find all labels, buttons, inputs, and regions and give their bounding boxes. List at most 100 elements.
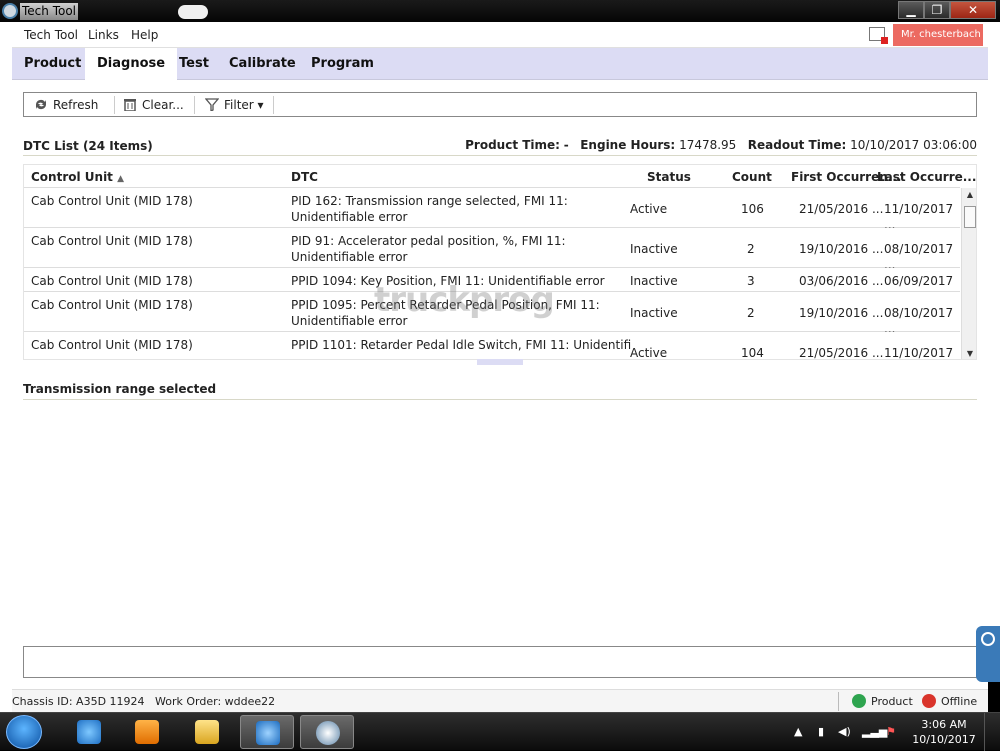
cell-control-unit: Cab Control Unit (MID 178) [31, 274, 193, 288]
side-panel-tab[interactable] [976, 626, 1000, 682]
table-row[interactable]: Cab Control Unit (MID 178) PID 91: Accel… [24, 228, 960, 272]
cell-dtc: PID 162: Transmission range selected, FM… [291, 194, 568, 224]
minimize-button[interactable]: ▁ [898, 1, 924, 19]
detail-title: Transmission range selected [23, 382, 977, 400]
column-header-count[interactable]: Count [732, 170, 772, 184]
cell-status: Active [630, 202, 668, 216]
start-button[interactable] [6, 715, 42, 749]
cell-count: 2 [747, 306, 755, 320]
status-info: Chassis ID: A35D 11924 Work Order: wddee… [12, 695, 275, 708]
scroll-thumb[interactable] [964, 206, 976, 228]
cell-count: 2 [747, 242, 755, 256]
maximize-button[interactable]: ❐ [924, 1, 950, 19]
readout-time-value: 10/10/2017 03:06:00 [850, 138, 977, 152]
status-divider [838, 692, 839, 711]
product-status[interactable]: Product [852, 693, 913, 711]
taskbar-file-explorer[interactable] [180, 715, 234, 749]
window-title: Tech Tool [20, 3, 78, 20]
dtc-list-header: DTC List (24 Items) Product Time: - Engi… [23, 138, 977, 156]
cell-dtc: PPID 1101: Retarder Pedal Idle Switch, F… [291, 338, 631, 352]
clear-label: Clear... [142, 98, 184, 112]
refresh-label: Refresh [53, 98, 99, 112]
table-row[interactable]: Cab Control Unit (MID 178) PID 162: Tran… [24, 188, 960, 232]
column-header-control-unit[interactable]: Control Unit ▲ [31, 170, 124, 184]
close-button[interactable]: ✕ [950, 1, 996, 19]
action-center-icon[interactable]: ⚑ [886, 725, 896, 738]
clock-time: 3:06 AM [921, 718, 967, 731]
readout-time-label: Readout Time: [747, 138, 847, 152]
tab-diagnose[interactable]: Diagnose [85, 48, 178, 80]
toolbar-divider [114, 96, 115, 114]
show-hidden-icons-icon[interactable]: ▲ [794, 725, 802, 738]
table-row[interactable]: Cab Control Unit (MID 178) PPID 1101: Re… [24, 332, 960, 360]
connection-status-label: Offline [941, 695, 978, 708]
clear-button[interactable]: Clear... [123, 96, 184, 114]
network-icon[interactable]: ▂▃▅ [862, 725, 887, 738]
column-header-last-occurrence[interactable]: Last Occurre... [877, 170, 976, 184]
menu-help[interactable]: Help [131, 28, 158, 42]
menu-tech-tool[interactable]: Tech Tool [24, 28, 78, 42]
cell-control-unit: Cab Control Unit (MID 178) [31, 194, 193, 208]
refresh-button[interactable]: Refresh [34, 96, 98, 114]
tab-bar: Product Diagnose Test Calibrate Program [12, 48, 988, 80]
table-vertical-scrollbar[interactable]: ▲ ▼ [961, 188, 976, 359]
user-button[interactable]: Mr. chesterbach [893, 24, 983, 46]
taskbar-media-player[interactable] [120, 715, 174, 749]
connection-status[interactable]: Offline [922, 693, 977, 711]
engine-hours-label: Engine Hours: [580, 138, 676, 152]
taskbar-internet-explorer[interactable] [62, 715, 116, 749]
message-icon[interactable] [869, 27, 888, 44]
scroll-up-icon[interactable]: ▲ [965, 190, 975, 199]
taskbar-teamviewer[interactable] [240, 715, 294, 749]
check-icon [852, 694, 866, 708]
engine-hours-value: 17478.95 [679, 138, 737, 152]
teamviewer-icon [256, 721, 280, 745]
menu-bar: Tech Tool Links Help Mr. chesterbach [12, 22, 988, 48]
internet-explorer-icon [77, 720, 101, 744]
cell-first-occurrence: 19/10/2016 ... [799, 242, 884, 256]
column-header-status[interactable]: Status [647, 170, 691, 184]
show-desktop-button[interactable] [984, 713, 1000, 751]
pane-splitter-handle[interactable] [477, 359, 523, 365]
cell-control-unit: Cab Control Unit (MID 178) [31, 298, 193, 312]
scroll-down-icon[interactable]: ▼ [965, 349, 975, 358]
cell-first-occurrence: 21/05/2016 ... [799, 202, 884, 216]
filter-button[interactable]: Filter ▾ [204, 96, 264, 114]
tab-calibrate[interactable]: Calibrate [217, 48, 308, 80]
right-margin [988, 22, 1000, 626]
battery-icon[interactable]: ▮ [818, 725, 824, 738]
watermark: truckprog [374, 280, 555, 320]
toolbar: Refresh Clear... Filter ▾ [23, 92, 977, 117]
product-status-label: Product [871, 695, 913, 708]
cell-dtc: PID 91: Accelerator pedal position, %, F… [291, 234, 566, 264]
sort-ascending-icon: ▲ [117, 174, 125, 184]
menu-links[interactable]: Links [88, 28, 119, 42]
titlebar-blob [178, 5, 208, 19]
refresh-icon [34, 98, 48, 111]
window-titlebar: Tech Tool ▁ ❐ ✕ [0, 0, 1000, 22]
cell-first-occurrence: 03/06/2016 ... [799, 274, 884, 288]
cell-last-occurrence: 11/10/2017 ... [884, 346, 954, 360]
trash-icon [123, 98, 137, 112]
readout-meta: Product Time: - Engine Hours: 17478.95 R… [465, 138, 977, 152]
detail-text-box[interactable] [23, 646, 977, 678]
chassis-id: Chassis ID: A35D 11924 [12, 695, 145, 708]
offline-icon [922, 694, 936, 708]
column-header-dtc[interactable]: DTC [291, 170, 318, 184]
tab-test[interactable]: Test [167, 48, 221, 80]
table-header: Control Unit ▲ DTC Status Count First Oc… [24, 165, 976, 188]
cell-status: Inactive [630, 306, 678, 320]
system-clock[interactable]: 3:06 AM 10/10/2017 [912, 717, 976, 747]
status-bar: Chassis ID: A35D 11924 Work Order: wddee… [12, 689, 988, 712]
tab-program[interactable]: Program [299, 48, 386, 80]
volume-icon[interactable]: ◀) [838, 725, 851, 738]
cell-first-occurrence: 21/05/2016 ... [799, 346, 884, 360]
cell-status: Inactive [630, 274, 678, 288]
tab-product[interactable]: Product [12, 48, 93, 80]
toolbar-divider [273, 96, 274, 114]
app-window: Tech Tool Links Help Mr. chesterbach Pro… [12, 22, 988, 712]
taskbar-tech-tool[interactable] [300, 715, 354, 749]
dtc-table: Control Unit ▲ DTC Status Count First Oc… [23, 164, 977, 360]
left-margin [0, 22, 12, 712]
work-order: Work Order: wddee22 [155, 695, 276, 708]
